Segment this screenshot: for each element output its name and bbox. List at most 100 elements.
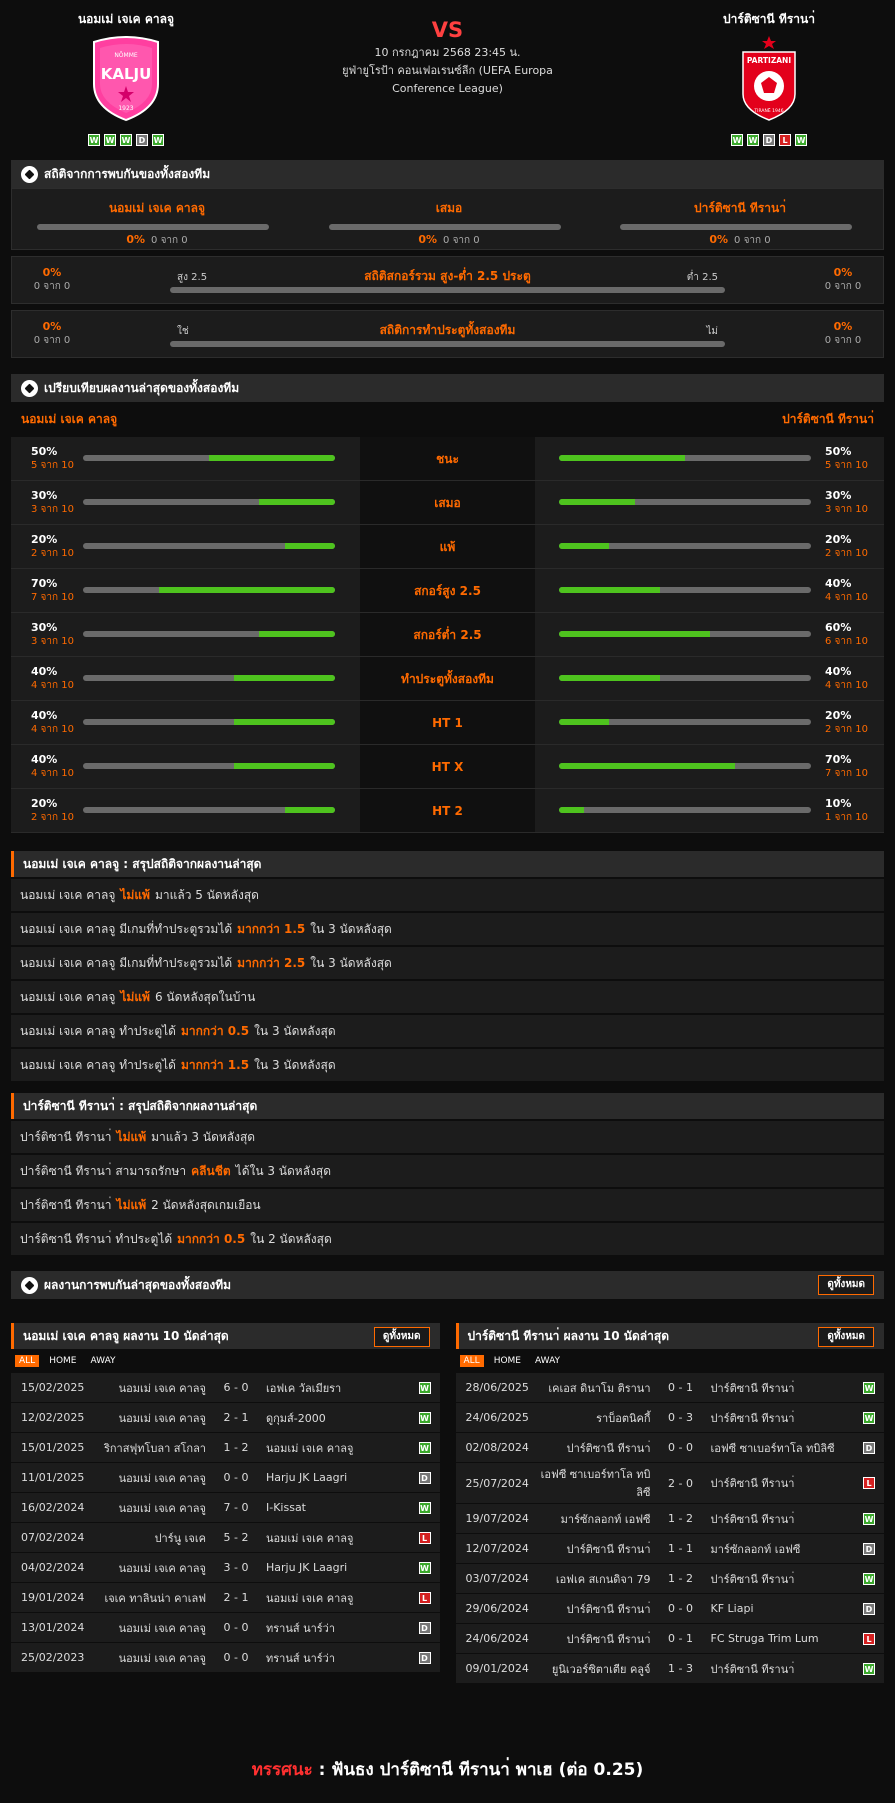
star-icon bbox=[762, 36, 776, 49]
match-away-team: เอฟซี ซาเบอร์ทาโล ทบิลิซี bbox=[710, 1441, 835, 1455]
summary-text: นอมเม่ เจเค คาลจู มีเกมที่ทำประตูรวมได้ bbox=[20, 955, 233, 970]
home-pct: 50% bbox=[31, 445, 58, 458]
away-value: 40% 4 จาก 10 bbox=[825, 665, 868, 693]
match-score: 0 - 1 bbox=[668, 1381, 693, 1394]
tab-away[interactable]: AWAY bbox=[87, 1355, 120, 1367]
match-row[interactable]: 03/07/2024 เอฟเค สเกนดิจา 79 1 - 2 ปาร์ติซา… bbox=[455, 1564, 884, 1594]
match-away-team: FC Struga Trim Lum bbox=[710, 1632, 819, 1645]
match-row[interactable]: 12/07/2024 ปาร์ติซานี ทีรานา่ 1 - 1 มาร์ซัก… bbox=[455, 1534, 884, 1564]
h2h-away-pct: 0% bbox=[709, 233, 729, 246]
match-home-team: ราบ็อตนิคกี้ bbox=[596, 1411, 651, 1425]
match-row[interactable]: 25/07/2024 เอฟซี ซาเบอร์ทาโล ทบิลิซี 2 - 0… bbox=[455, 1463, 884, 1504]
match-result: W bbox=[410, 1381, 440, 1394]
summary-highlight: มากกว่า 2.5 bbox=[237, 955, 306, 970]
tab-all[interactable]: ALL bbox=[15, 1355, 40, 1367]
h2h-away-bar bbox=[620, 224, 852, 230]
away-logo-bottom: TIRANË 1946 bbox=[753, 107, 783, 114]
match-row[interactable]: 09/01/2024 ยูนิเวอร์ซิตาเตีย คลูจ์ 1 - 3 ปา… bbox=[455, 1654, 884, 1684]
home-summary-header: นอมเม่ เจเค คาลจู : สรุปสถิติจากผลงานล่า… bbox=[11, 851, 884, 877]
match-score: 1 - 2 bbox=[223, 1441, 249, 1454]
tab-home[interactable]: HOME bbox=[45, 1355, 80, 1367]
match-date: 09/01/2024 bbox=[465, 1662, 529, 1675]
home-logo-year: 1923 bbox=[118, 105, 133, 112]
h2h-draw-bar bbox=[329, 224, 561, 230]
match-row[interactable]: 13/01/2024 นอมเม่ เจเค คาลจู 0 - 0 ทรานส์ น… bbox=[11, 1613, 440, 1643]
away-pct: 30% bbox=[825, 489, 852, 502]
soccer-ball-icon bbox=[21, 1276, 38, 1294]
summary-highlight: มากกว่า 0.5 bbox=[177, 1231, 246, 1246]
match-row[interactable]: 28/06/2025 เคเอส ดินาโม ติรานา 0 - 1 ปาร์ติ… bbox=[455, 1373, 884, 1403]
home-count: 4 จาก 10 bbox=[31, 768, 74, 779]
away-count: 4 จาก 10 bbox=[825, 592, 868, 603]
home-bar bbox=[83, 543, 335, 549]
summary-text: นอมเม่ เจเค คาลจู bbox=[20, 887, 116, 902]
result-badge: W bbox=[418, 1501, 431, 1514]
match-score: 0 - 1 bbox=[668, 1632, 693, 1645]
match-row[interactable]: 16/02/2024 นอมเม่ เจเค คาลจู 7 - 0 I-Kissat… bbox=[11, 1493, 440, 1523]
match-row[interactable]: 04/02/2024 นอมเม่ เจเค คาลจู 3 - 0 Harju JK… bbox=[11, 1553, 440, 1583]
match-score: 2 - 1 bbox=[223, 1411, 249, 1424]
match-row[interactable]: 19/01/2024 เจเค ทาลินน่า คาเลฟ 2 - 1 นอมเม่… bbox=[11, 1583, 440, 1613]
away-team[interactable]: ปาร์ติซานี ทีรานา่ PARTIZANI TIRANË 1946… bbox=[654, 10, 884, 146]
summary-row: นอมเม่ เจเค คาลจู ไม่แพ้ 6 นัดหลังสุดในบ้า… bbox=[11, 981, 884, 1013]
compare-label: ชนะ bbox=[360, 437, 535, 480]
home-count: 2 จาก 10 bbox=[31, 548, 74, 559]
result-badge: L bbox=[863, 1632, 875, 1645]
match-row[interactable]: 25/02/2023 นอมเม่ เจเค คาลจู 0 - 0 ทรานส์ น… bbox=[11, 1643, 440, 1673]
prediction-text: ฟันธง ปาร์ติซานี ทีรานา่ พาเฮ (ต่อ 0.25) bbox=[331, 1760, 644, 1780]
away-bar-fill bbox=[559, 543, 610, 549]
match-date: 24/06/2025 bbox=[465, 1411, 529, 1424]
match-home-team: นอมเม่ เจเค คาลจู bbox=[118, 1651, 206, 1665]
away-bar bbox=[559, 719, 811, 725]
home-bar-fill bbox=[259, 631, 335, 637]
compare-row: 40% 4 จาก 10 ทำประตูทั้งสองทีม 40% 4 จาก 10 bbox=[11, 657, 884, 701]
match-score: 3 - 0 bbox=[223, 1561, 249, 1574]
match-row[interactable]: 15/01/2025 ริกาสฟุทโบลา สโกลา 1 - 2 นอมเม่ … bbox=[11, 1433, 440, 1463]
match-row[interactable]: 07/02/2024 ปาร์นู เจเค 5 - 2 นอมเม่ เจเค คา… bbox=[11, 1523, 440, 1553]
match-home-team: ปาร์ติซานี ทีรานา่ bbox=[566, 1632, 651, 1646]
tab-all[interactable]: ALL bbox=[459, 1355, 484, 1367]
compare-label: HT 1 bbox=[360, 701, 535, 744]
match-row[interactable]: 24/06/2025 ราบ็อตนิคกี้ 0 - 3 ปาร์ติซานี ที… bbox=[455, 1403, 884, 1433]
away-pct: 20% bbox=[825, 709, 852, 722]
tab-home[interactable]: HOME bbox=[490, 1355, 525, 1367]
home-bar-fill bbox=[234, 719, 335, 725]
form-badge: L bbox=[779, 134, 791, 146]
btts-title: สถิติการทำประตูทั้งสองทีม bbox=[379, 323, 516, 337]
match-row[interactable]: 29/06/2024 ปาร์ติซานี ทีรานา่ 0 - 0 KF Liap… bbox=[455, 1594, 884, 1624]
away-see-all-button[interactable]: ดูทั้งหมด bbox=[818, 1327, 874, 1347]
tab-away[interactable]: AWAY bbox=[531, 1355, 564, 1367]
match-date: 28/06/2025 bbox=[465, 1381, 529, 1394]
compare-away-cell: 20% 2 จาก 10 bbox=[535, 525, 884, 568]
away-count: 2 จาก 10 bbox=[825, 724, 868, 735]
compare-section-header: เปรียบเทียบผลงานล่าสุดของทั้งสองทีม bbox=[11, 374, 884, 402]
compare-home-cell: 30% 3 จาก 10 bbox=[11, 481, 360, 524]
match-home-team: ปาร์นู เจเค bbox=[154, 1531, 206, 1545]
home-value: 30% 3 จาก 10 bbox=[31, 489, 74, 517]
match-row[interactable]: 02/08/2024 ปาร์ติซานี ทีรานา่ 0 - 0 เอฟซี ซ… bbox=[455, 1433, 884, 1463]
away-pct: 40% bbox=[825, 665, 852, 678]
match-row[interactable]: 12/02/2025 นอมเม่ เจเค คาลจู 2 - 1 ดูกุมส์-… bbox=[11, 1403, 440, 1433]
home-see-all-button[interactable]: ดูทั้งหมด bbox=[373, 1327, 430, 1347]
over-under-stats: 0% 0 จาก 0 สูง 2.5 สถิติสกอร์รวม สูง-ต่ำ … bbox=[11, 256, 884, 304]
away-filter-tabs: ALL HOME AWAY bbox=[456, 1349, 885, 1373]
home-bar-fill bbox=[209, 455, 335, 461]
compare-label: สกอร์สูง 2.5 bbox=[360, 569, 535, 612]
result-badge: D bbox=[418, 1471, 431, 1484]
match-row[interactable]: 24/06/2024 ปาร์ติซานี ทีรานา่ 0 - 1 FC Stru… bbox=[455, 1624, 884, 1654]
match-date: 19/01/2024 bbox=[21, 1591, 85, 1604]
over-under-title: สถิติสกอร์รวม สูง-ต่ำ 2.5 ประตู bbox=[364, 269, 531, 283]
soccer-ball-icon bbox=[21, 379, 38, 397]
match-row[interactable]: 11/01/2025 นอมเม่ เจเค คาลจู 0 - 0 Harju JK… bbox=[11, 1463, 440, 1493]
match-row[interactable]: 15/02/2025 นอมเม่ เจเค คาลจู 6 - 0 เอฟเค วั… bbox=[11, 1373, 440, 1403]
compare-away-cell: 70% 7 จาก 10 bbox=[535, 745, 884, 788]
home-value: 40% 4 จาก 10 bbox=[31, 709, 74, 737]
away-value: 60% 6 จาก 10 bbox=[825, 621, 868, 649]
summary-highlight: ไม่แพ้ bbox=[120, 887, 150, 902]
match-row[interactable]: 19/07/2024 มาร์ซักลอกท์ เอฟซี 1 - 2 ปาร์ติซ… bbox=[455, 1504, 884, 1534]
compare-away-cell: 40% 4 จาก 10 bbox=[535, 569, 884, 612]
see-all-button[interactable]: ดูทั้งหมด bbox=[818, 1275, 874, 1295]
summary-suffix: ได้ใน 3 นัดหลังสุด bbox=[235, 1163, 332, 1178]
h2h-away-sub: 0 จาก 0 bbox=[734, 235, 771, 246]
summary-text: นอมเม่ เจเค คาลจู ทำประตูได้ bbox=[20, 1057, 176, 1072]
